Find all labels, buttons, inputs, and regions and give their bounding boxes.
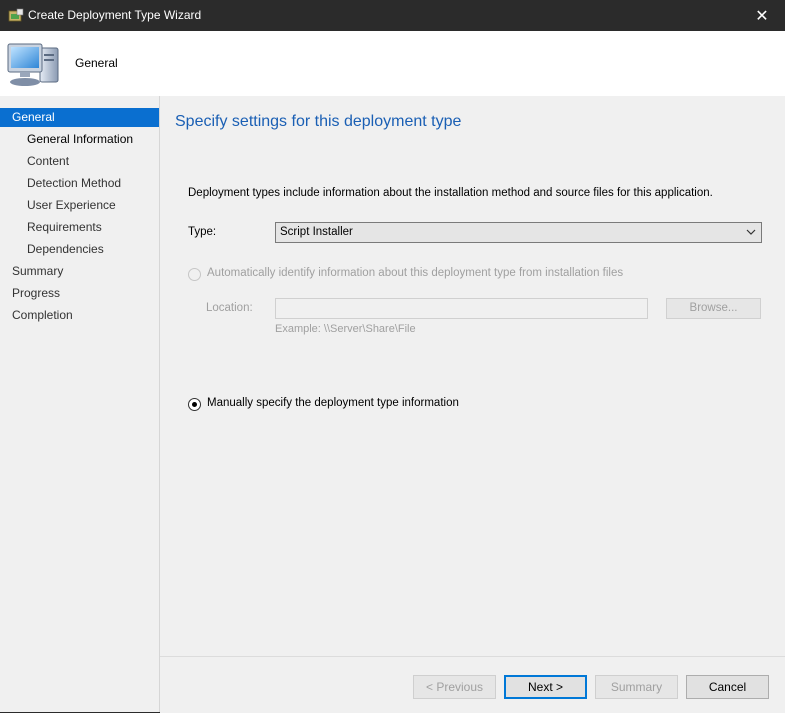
nav-item-user-experience[interactable]: User Experience (0, 196, 159, 215)
location-input[interactable] (275, 298, 648, 319)
window-title: Create Deployment Type Wizard (28, 8, 202, 22)
type-dropdown[interactable]: Script Installer (275, 222, 762, 243)
main-panel: Specify settings for this deployment typ… (160, 96, 785, 656)
nav-item-detection-method[interactable]: Detection Method (0, 174, 159, 193)
chevron-down-icon (746, 229, 756, 235)
wizard-app-icon (8, 8, 24, 22)
computer-icon (7, 43, 59, 86)
nav-item-summary[interactable]: Summary (0, 262, 159, 281)
previous-button[interactable]: < Previous (413, 675, 496, 699)
location-example-text: Example: \\Server\Share\File (275, 323, 416, 335)
wizard-nav: General General Information Content Dete… (0, 96, 160, 712)
auto-identify-label: Automatically identify information about… (207, 267, 624, 279)
nav-item-general[interactable]: General (0, 108, 159, 127)
browse-button[interactable]: Browse... (666, 298, 761, 319)
summary-button[interactable]: Summary (595, 675, 678, 699)
manual-specify-radio[interactable] (188, 398, 201, 411)
next-button[interactable]: Next > (504, 675, 587, 699)
nav-item-completion[interactable]: Completion (0, 306, 159, 325)
nav-item-content[interactable]: Content (0, 152, 159, 171)
close-icon[interactable]: ✕ (739, 0, 785, 31)
nav-item-dependencies[interactable]: Dependencies (0, 240, 159, 259)
type-label: Type: (188, 226, 217, 238)
description-text: Deployment types include information abo… (188, 187, 713, 199)
wizard-footer: < Previous Next > Summary Cancel (160, 656, 785, 713)
wizard-window: Create Deployment Type Wizard ✕ General … (0, 0, 785, 713)
cancel-button[interactable]: Cancel (686, 675, 769, 699)
page-heading: Specify settings for this deployment typ… (175, 113, 462, 130)
location-label: Location: (206, 302, 253, 314)
wizard-header: General (0, 31, 785, 96)
nav-item-general-information[interactable]: General Information (0, 130, 159, 149)
auto-identify-radio[interactable] (188, 268, 201, 281)
type-dropdown-value: Script Installer (280, 226, 353, 238)
manual-specify-label: Manually specify the deployment type inf… (207, 397, 459, 409)
title-bar: Create Deployment Type Wizard ✕ (0, 0, 785, 31)
header-title: General (75, 56, 118, 70)
nav-item-progress[interactable]: Progress (0, 284, 159, 303)
nav-item-requirements[interactable]: Requirements (0, 218, 159, 237)
